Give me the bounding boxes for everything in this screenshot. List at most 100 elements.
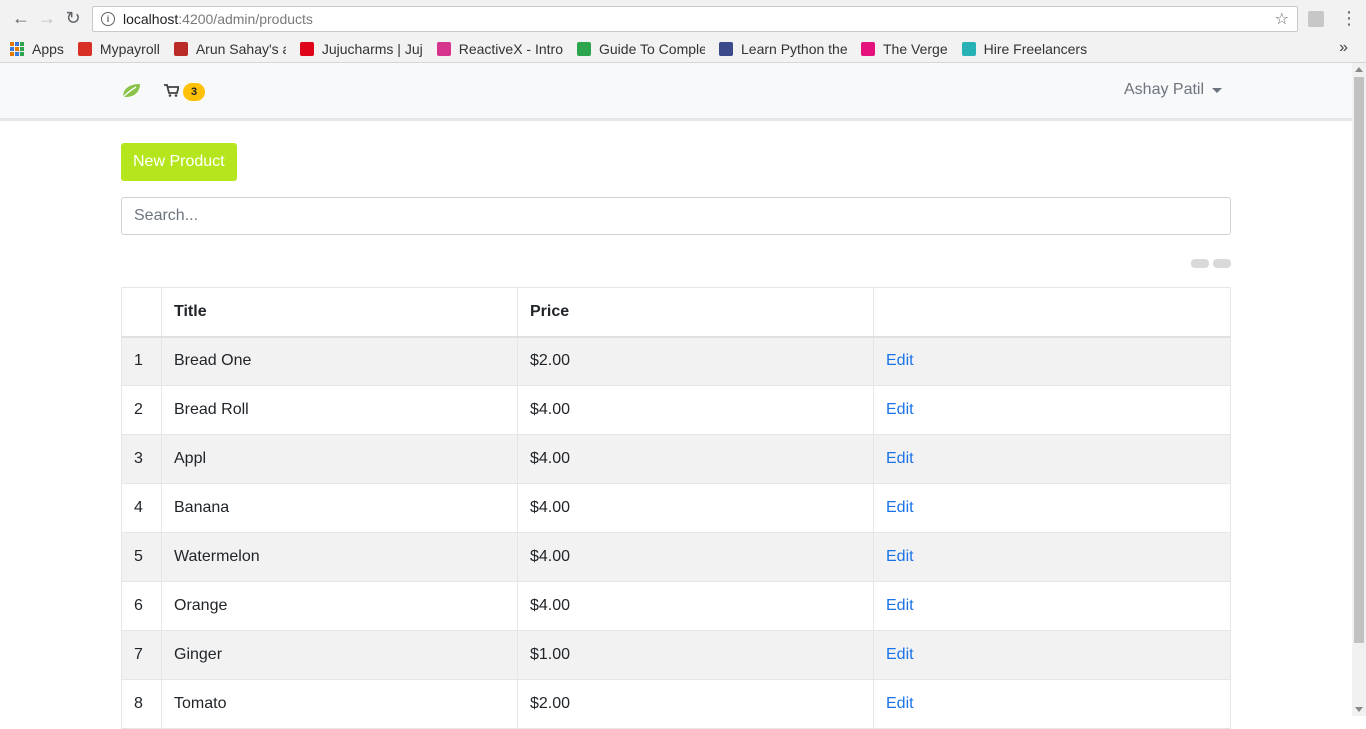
row-title: Orange — [161, 581, 518, 631]
back-arrow-icon[interactable]: ← — [8, 5, 34, 31]
edit-link[interactable]: Edit — [886, 352, 914, 369]
scrollbar-thumb[interactable] — [1354, 77, 1364, 643]
bookmark-label: Learn Python the — [741, 41, 847, 57]
bookmark-item[interactable]: Guide To Comple — [577, 41, 705, 57]
header-title[interactable]: Title — [161, 287, 518, 338]
leaf-logo-icon[interactable] — [121, 83, 141, 104]
extension-icon[interactable] — [1308, 11, 1324, 27]
quora-icon — [173, 42, 188, 56]
bookmarks-bar: Apps Mypayroll Arun Sahay's ans Jujucharms … — [0, 36, 1366, 62]
user-dropdown[interactable]: Ashay Patil — [1124, 81, 1223, 99]
guide-icon — [577, 42, 591, 56]
user-name: Ashay Patil — [1124, 81, 1205, 98]
table-row: 6 Orange $4.00 Edit — [121, 581, 1231, 631]
row-actions: Edit — [873, 483, 1231, 533]
python-book-icon — [719, 42, 733, 56]
row-index: 5 — [121, 532, 162, 582]
scroll-up-icon[interactable] — [1355, 67, 1363, 72]
jujucharms-icon — [299, 42, 314, 56]
site-info-icon[interactable]: i — [101, 12, 115, 26]
bookmark-star-icon[interactable]: ☆ — [1275, 9, 1289, 29]
bookmark-label: Arun Sahay's ans — [195, 41, 286, 57]
row-index: 1 — [121, 336, 162, 386]
bookmark-label: ReactiveX - Intro — [458, 41, 563, 57]
row-actions: Edit — [873, 630, 1231, 680]
freelancer-icon — [961, 42, 976, 56]
row-actions: Edit — [873, 581, 1231, 631]
edit-link[interactable]: Edit — [886, 499, 914, 516]
forward-arrow-icon[interactable]: → — [34, 5, 60, 31]
products-table: Title Price 1 Bread One $2.00 Edit 2 Bread Ro… — [121, 287, 1231, 729]
table-row: 7 Ginger $1.00 Edit — [121, 630, 1231, 680]
toggle-left-icon[interactable] — [1191, 259, 1209, 268]
bookmark-item[interactable]: Learn Python the — [719, 41, 847, 57]
mypayroll-icon — [77, 42, 92, 56]
header-price[interactable]: Price — [517, 287, 874, 338]
bookmarks-overflow-icon[interactable]: » — [1339, 39, 1348, 57]
new-product-button[interactable]: New Product — [121, 143, 237, 181]
header-index[interactable] — [121, 287, 162, 338]
toggle-right-icon[interactable] — [1213, 259, 1231, 268]
caret-down-icon — [1212, 87, 1223, 93]
scroll-down-icon[interactable] — [1355, 707, 1363, 712]
row-index: 4 — [121, 483, 162, 533]
search-input[interactable]: Search... — [121, 197, 1231, 235]
main-content: New Product Search... Title Price 1 Bread… — [121, 143, 1231, 729]
edit-link[interactable]: Edit — [886, 646, 914, 663]
row-title: Watermelon — [161, 532, 518, 582]
table-header-row: Title Price — [121, 287, 1231, 338]
bookmark-item[interactable]: Jujucharms | Juj — [299, 41, 423, 57]
address-bar[interactable]: i localhost:4200/admin/products ☆ — [92, 6, 1298, 32]
table-row: 5 Watermelon $4.00 Edit — [121, 532, 1231, 582]
row-actions: Edit — [873, 434, 1231, 484]
row-price: $4.00 — [517, 532, 874, 582]
page-scrollbar[interactable] — [1352, 63, 1366, 716]
row-index: 7 — [121, 630, 162, 680]
row-price: $2.00 — [517, 336, 874, 386]
edit-link[interactable]: Edit — [886, 548, 914, 565]
row-price: $4.00 — [517, 434, 874, 484]
edit-link[interactable]: Edit — [886, 597, 914, 614]
cart-link[interactable]: 3 — [164, 83, 205, 101]
table-row: 8 Tomato $2.00 Edit — [121, 679, 1231, 729]
row-index: 8 — [121, 679, 162, 729]
row-price: $4.00 — [517, 483, 874, 533]
bookmark-item[interactable]: Hire Freelancers — [961, 41, 1088, 57]
browser-menu-icon[interactable]: ⋮ — [1340, 8, 1358, 28]
row-title: Tomato — [161, 679, 518, 729]
apps-grid-icon — [10, 42, 24, 56]
row-title: Ginger — [161, 630, 518, 680]
app-navbar: 3 Ashay Patil — [0, 63, 1366, 121]
bookmark-label: Hire Freelancers — [983, 41, 1088, 57]
shopping-cart-icon — [164, 84, 180, 100]
bookmark-label: The Verge — [883, 41, 948, 57]
bookmark-item[interactable]: Arun Sahay's ans — [173, 41, 286, 57]
row-price: $4.00 — [517, 581, 874, 631]
row-index: 3 — [121, 434, 162, 484]
row-title: Appl — [161, 434, 518, 484]
row-price: $1.00 — [517, 630, 874, 680]
bookmark-label: Jujucharms | Juj — [321, 41, 423, 57]
bookmark-label: Mypayroll — [99, 41, 160, 57]
bookmark-item[interactable]: Apps — [10, 41, 64, 57]
bookmark-label: Guide To Comple — [599, 41, 705, 57]
browser-chrome: ← → ↻ i localhost:4200/admin/products ☆ … — [0, 0, 1366, 63]
edit-link[interactable]: Edit — [886, 695, 914, 712]
reload-icon[interactable]: ↻ — [60, 5, 86, 31]
edit-link[interactable]: Edit — [886, 401, 914, 418]
bookmark-item[interactable]: ReactiveX - Intro — [436, 41, 563, 57]
edit-link[interactable]: Edit — [886, 450, 914, 467]
cart-count-badge: 3 — [183, 83, 205, 101]
reactivex-icon — [436, 42, 451, 56]
row-index: 2 — [121, 385, 162, 435]
table-row: 4 Banana $4.00 Edit — [121, 483, 1231, 533]
url-path: :4200/admin/products — [178, 11, 313, 27]
bookmark-item[interactable]: The Verge — [861, 41, 948, 57]
table-row: 2 Bread Roll $4.00 Edit — [121, 385, 1231, 435]
header-actions — [873, 287, 1231, 338]
row-index: 6 — [121, 581, 162, 631]
bookmark-item[interactable]: Mypayroll — [77, 41, 160, 57]
row-title: Bread Roll — [161, 385, 518, 435]
row-actions: Edit — [873, 336, 1231, 386]
row-price: $4.00 — [517, 385, 874, 435]
